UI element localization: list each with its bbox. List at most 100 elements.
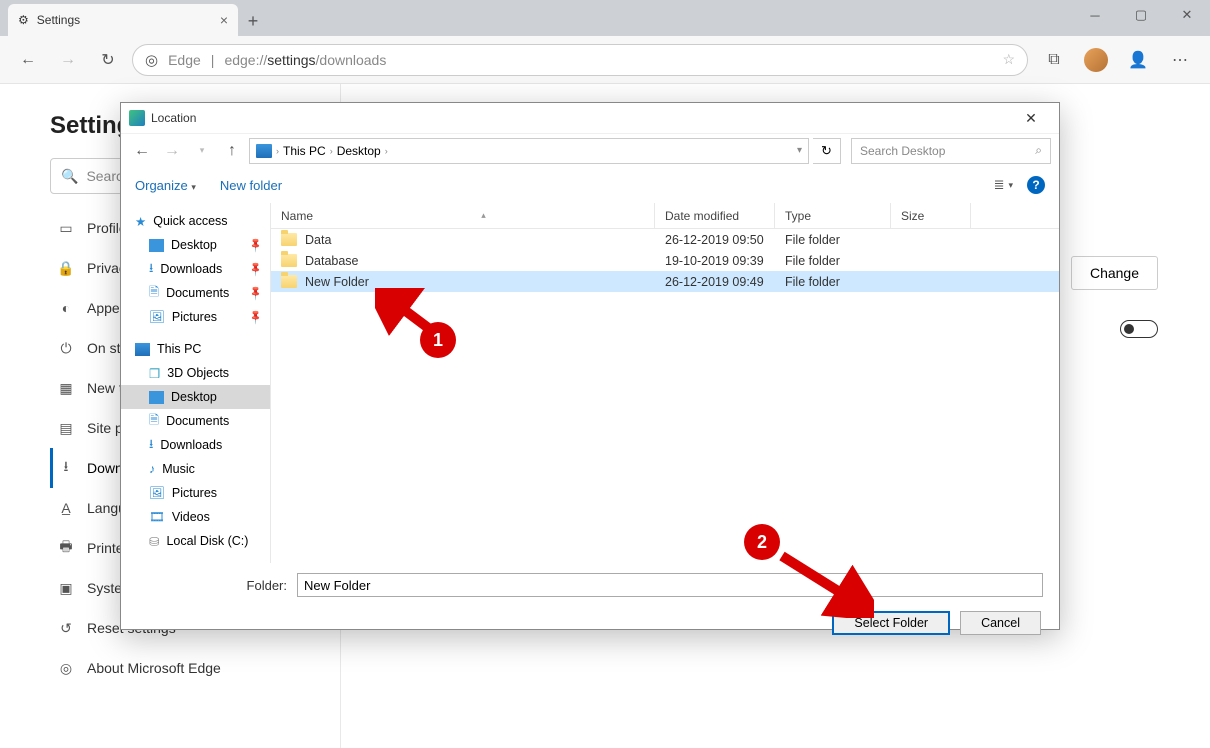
folder-icon xyxy=(281,275,297,288)
annotation-badge-2: 2 xyxy=(744,524,780,560)
dialog-nav: ← → ▾ ↑ › This PC › Desktop › ▾ ↻ Search… xyxy=(121,133,1059,167)
folder-tree: ★Quick access Desktop📌 ⭳Downloads📌 🗎Docu… xyxy=(121,203,271,563)
annotation-arrow-2 xyxy=(774,548,874,618)
nav-forward-button[interactable]: → xyxy=(159,138,185,164)
pin-icon: 📌 xyxy=(247,309,264,326)
pc-icon xyxy=(256,144,272,158)
col-name-header[interactable]: Name▴ xyxy=(271,203,655,228)
tree-qa-pictures[interactable]: 🖼Pictures📌 xyxy=(121,305,270,329)
disk-icon: ⛁ xyxy=(149,534,159,549)
tree-qa-downloads[interactable]: ⭳Downloads📌 xyxy=(121,257,270,281)
dialog-footer: Folder: Select Folder Cancel xyxy=(121,563,1059,645)
music-icon: ♪ xyxy=(149,462,155,476)
nav-recent-button[interactable]: ▾ xyxy=(189,138,215,164)
col-type-header[interactable]: Type xyxy=(775,203,891,228)
nav-up-button[interactable]: ↑ xyxy=(219,138,245,164)
change-button[interactable]: Change xyxy=(1071,256,1158,290)
col-date-header[interactable]: Date modified xyxy=(655,203,775,228)
printer-icon: 🖶 xyxy=(57,539,75,557)
back-button[interactable]: ← xyxy=(12,44,44,76)
download-icon: ⭳ xyxy=(149,259,153,280)
new-folder-button[interactable]: New folder xyxy=(220,178,282,193)
pictures-icon: 🖼 xyxy=(149,486,165,501)
folder-picker-dialog: Location ✕ ← → ▾ ↑ › This PC › Desktop ›… xyxy=(120,102,1060,630)
tab-title: Settings xyxy=(37,13,80,27)
view-options-button[interactable]: ≣ ▾ xyxy=(994,177,1013,193)
feedback-icon[interactable]: 👤 xyxy=(1120,44,1156,76)
col-size-header[interactable]: Size xyxy=(891,203,971,228)
tree-qa-desktop[interactable]: Desktop📌 xyxy=(121,233,270,257)
tree-pc-music[interactable]: ♪Music xyxy=(121,457,270,481)
breadcrumb-thispc[interactable]: This PC xyxy=(283,144,326,158)
file-list: Name▴ Date modified Type Size Data 26-12… xyxy=(271,203,1059,563)
tree-pc-desktop[interactable]: Desktop xyxy=(121,385,270,409)
dialog-toolbar: Organize ▾ New folder ≣ ▾ ? xyxy=(121,167,1059,203)
tree-pc-pictures[interactable]: 🖼Pictures xyxy=(121,481,270,505)
folder-icon xyxy=(281,233,297,246)
pin-icon: 📌 xyxy=(247,285,264,302)
tab-strip: ⚙ Settings × + xyxy=(0,0,1210,36)
sidebar-item-about[interactable]: ◎About Microsoft Edge xyxy=(50,648,310,688)
address-bar[interactable]: ◎ Edge | edge://settings/downloads ☆ xyxy=(132,44,1028,76)
dialog-app-icon xyxy=(129,110,145,126)
help-icon[interactable]: ? xyxy=(1027,176,1045,194)
file-list-header: Name▴ Date modified Type Size xyxy=(271,203,1059,229)
favorite-icon[interactable]: ☆ xyxy=(1002,51,1015,68)
tree-pc-documents[interactable]: 🗎Documents xyxy=(121,409,270,433)
refresh-button[interactable]: ↻ xyxy=(92,44,124,76)
tree-pc-disk-c[interactable]: ⛁Local Disk (C:) xyxy=(121,529,270,553)
breadcrumb[interactable]: › This PC › Desktop › ▾ xyxy=(249,138,809,164)
desktop-icon xyxy=(149,391,164,404)
address-prefix: Edge xyxy=(168,52,201,68)
window-controls: ─ ▢ ✕ xyxy=(1072,0,1210,30)
search-icon: ⌕ xyxy=(1035,143,1042,158)
breadcrumb-desktop[interactable]: Desktop xyxy=(337,144,381,158)
tree-pc-downloads[interactable]: ⭳Downloads xyxy=(121,433,270,457)
nav-back-button[interactable]: ← xyxy=(129,138,155,164)
browser-toolbar: ← → ↻ ◎ Edge | edge://settings/downloads… xyxy=(0,36,1210,84)
profile-avatar[interactable] xyxy=(1078,44,1114,76)
reset-icon: ↺ xyxy=(57,619,75,637)
profile-icon: ▭ xyxy=(57,219,75,237)
tree-this-pc[interactable]: This PC xyxy=(121,337,270,361)
breadcrumb-dropdown-icon[interactable]: ▾ xyxy=(797,145,802,156)
desktop-icon xyxy=(149,239,164,252)
pin-icon: 📌 xyxy=(247,237,264,254)
file-row[interactable]: Data 26-12-2019 09:50 File folder xyxy=(271,229,1059,250)
organize-menu[interactable]: Organize ▾ xyxy=(135,178,196,193)
tree-pc-videos[interactable]: 🎞Videos xyxy=(121,505,270,529)
tree-pc-3d[interactable]: ❒3D Objects xyxy=(121,361,270,385)
more-menu-button[interactable]: ⋯ xyxy=(1162,44,1198,76)
document-icon: 🗎 xyxy=(149,411,159,432)
palette-icon: ◐ xyxy=(57,299,75,317)
folder-icon xyxy=(281,254,297,267)
language-icon: A̲ xyxy=(57,499,75,517)
ask-toggle[interactable] xyxy=(1120,320,1158,338)
dialog-titlebar: Location ✕ xyxy=(121,103,1059,133)
pictures-icon: 🖼 xyxy=(149,310,165,325)
folder-label: Folder: xyxy=(137,578,287,593)
tree-qa-documents[interactable]: 🗎Documents📌 xyxy=(121,281,270,305)
cancel-button[interactable]: Cancel xyxy=(960,611,1041,635)
file-row[interactable]: Database 19-10-2019 09:39 File folder xyxy=(271,250,1059,271)
dialog-search-input[interactable]: Search Desktop ⌕ xyxy=(851,138,1051,164)
forward-button[interactable]: → xyxy=(52,44,84,76)
permissions-icon: ▤ xyxy=(57,419,75,437)
lock-icon: 🔒 xyxy=(57,259,75,277)
tree-quick-access[interactable]: ★Quick access xyxy=(121,209,270,233)
minimize-button[interactable]: ─ xyxy=(1072,0,1118,30)
browser-tab[interactable]: ⚙ Settings × xyxy=(8,4,238,36)
annotation-badge-1: 1 xyxy=(420,322,456,358)
collections-icon[interactable]: ⧉ xyxy=(1036,44,1072,76)
maximize-button[interactable]: ▢ xyxy=(1118,0,1164,30)
close-tab-button[interactable]: × xyxy=(220,12,228,28)
edge-icon: ◎ xyxy=(57,659,75,677)
search-icon: 🔍 xyxy=(61,168,78,185)
breadcrumb-refresh-button[interactable]: ↻ xyxy=(813,138,841,164)
grid-icon: ▦ xyxy=(57,379,75,397)
dialog-close-button[interactable]: ✕ xyxy=(1011,104,1051,132)
close-window-button[interactable]: ✕ xyxy=(1164,0,1210,30)
new-tab-button[interactable]: + xyxy=(238,6,268,36)
folder-name-input[interactable] xyxy=(297,573,1043,597)
download-icon: ⭳ xyxy=(57,459,75,477)
